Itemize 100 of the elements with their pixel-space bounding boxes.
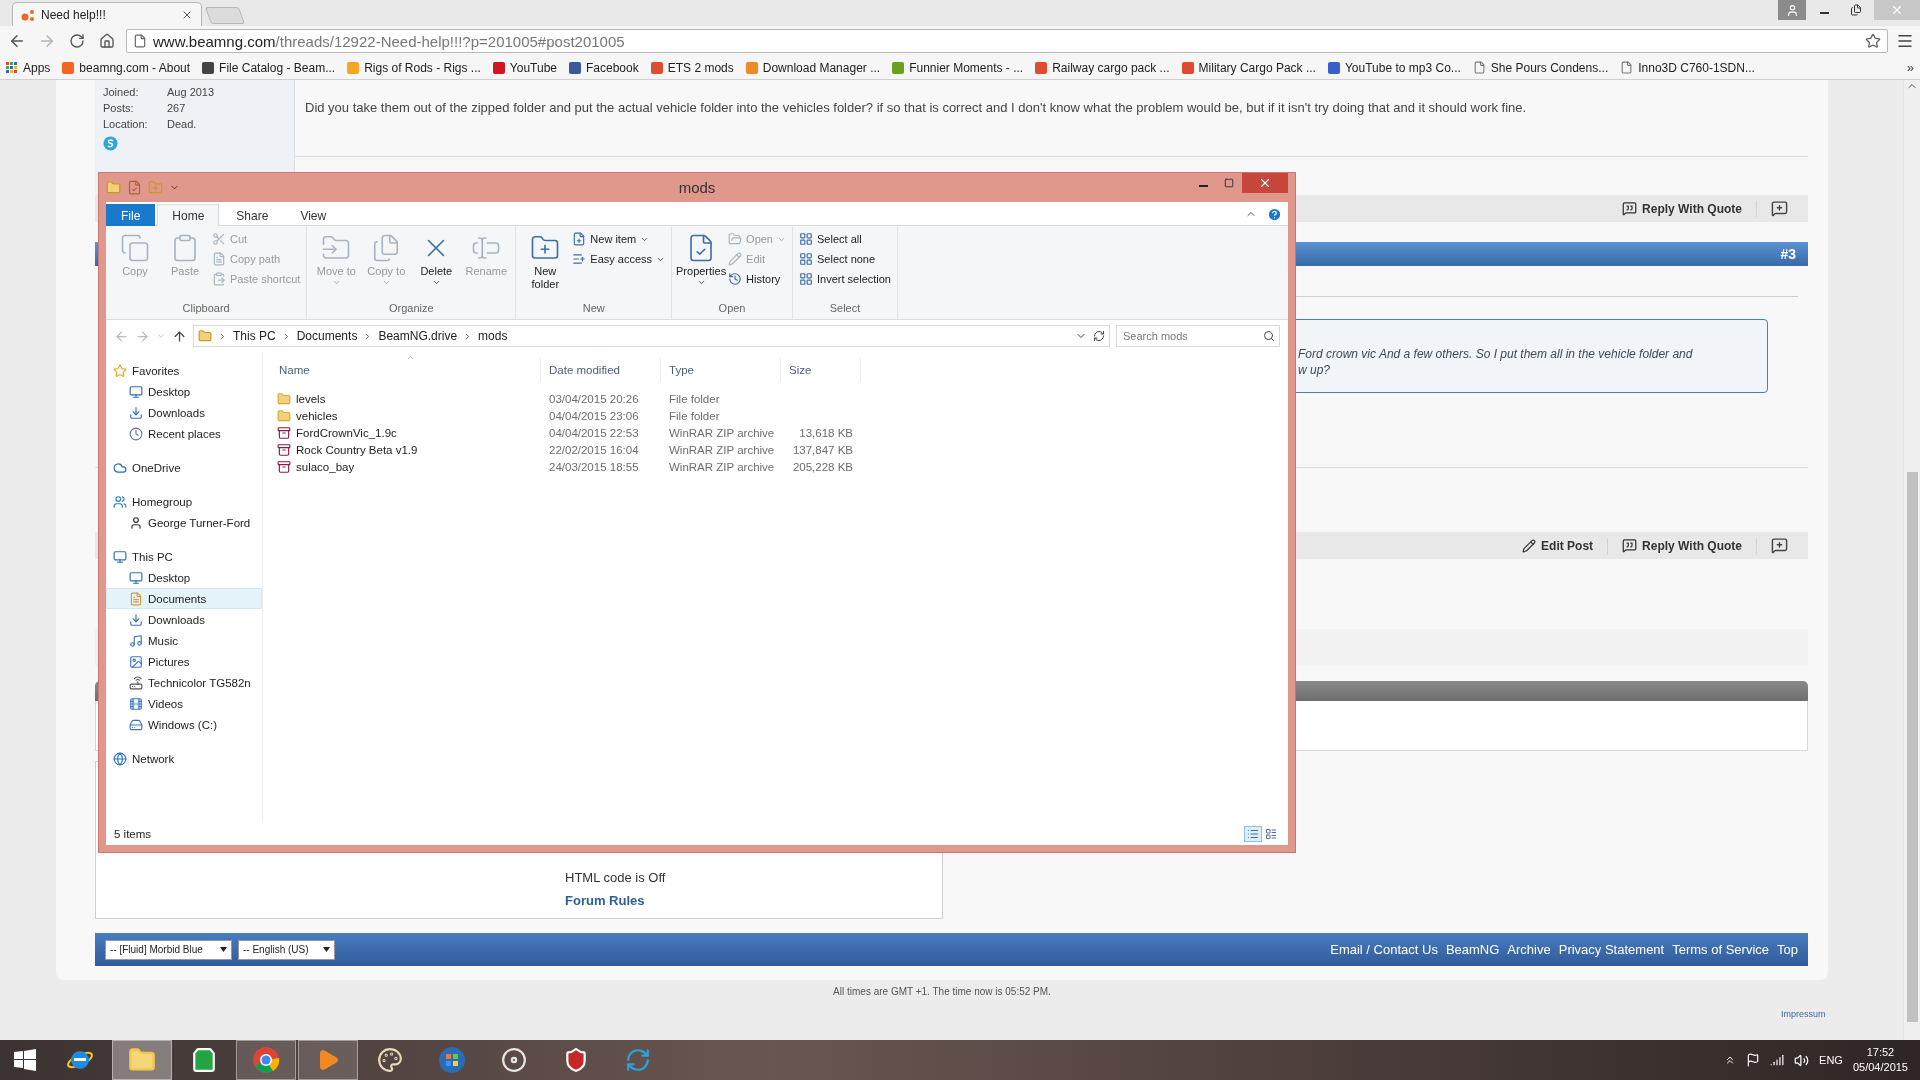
ribbon-button[interactable]: Invert selection [799,270,891,288]
bookmark[interactable]: Facebook [569,60,639,75]
nav-item[interactable]: OneDrive [106,457,262,478]
star-icon[interactable] [1865,33,1881,49]
folder-icon [128,1046,156,1074]
bookmark[interactable]: Funnier Moments - ... [892,60,1024,75]
bookmark[interactable]: ETS 2 mods [650,60,734,75]
ribbon-button[interactable]: Easy access [572,250,666,268]
bookmark[interactable]: beamng.com - About [62,60,191,75]
nav-item[interactable]: Network [106,748,262,769]
bookmark[interactable]: Railway cargo pack ... [1035,60,1170,75]
ribbon-button[interactable]: History [728,270,786,288]
nav-item[interactable]: Downloads [106,609,262,630]
menu-icon[interactable] [1896,32,1914,50]
column-header[interactable]: Type [661,358,781,382]
multiquote-icon[interactable] [1771,537,1788,554]
nav-item[interactable]: Desktop [106,567,262,588]
nav-item[interactable]: Documents [106,588,262,609]
style-select[interactable]: -- [Fluid] Morbid Blue [105,939,232,960]
breadcrumb[interactable]: mods [478,329,508,343]
file-name-cell[interactable]: vehicles [271,408,541,423]
shield-icon [563,1047,589,1073]
footer-link[interactable]: Top [1777,942,1798,957]
ribbon-button[interactable]: Delete [413,229,460,302]
nav-item[interactable]: Favorites [106,360,262,381]
bookmark[interactable]: She Pours Condens... [1472,60,1609,75]
ribbon-tab[interactable]: Home [157,204,220,226]
help-icon[interactable] [1267,207,1282,222]
nav-item[interactable]: Recent places [106,423,262,444]
file-name-cell[interactable]: FordCrownVic_1.9c [271,425,541,440]
ribbon-button[interactable]: New item [572,230,666,248]
nav-item[interactable]: Desktop [106,381,262,402]
column-header[interactable]: Name [271,358,541,382]
ribbon-button[interactable]: Properties [678,229,725,302]
footer-link[interactable]: Privacy Statement [1558,942,1665,957]
details-view-button[interactable] [1244,826,1262,842]
breadcrumb[interactable]: BeamNG.drive [378,329,458,343]
scrollbar[interactable] [1903,80,1920,1040]
ribbon-tab[interactable]: Share [221,204,284,226]
nav-item[interactable]: Videos [106,693,262,714]
nav-item[interactable]: Downloads [106,402,262,423]
nav-item[interactable]: Windows (C:) [106,714,262,735]
file-name-cell[interactable]: Rock Country Beta v1.9 [271,442,541,457]
nav-item[interactable]: Technicolor TG582n [106,672,262,693]
nav-item[interactable]: George Turner-Ford [106,512,262,533]
file-name-cell[interactable]: sulaco_bay [271,459,541,474]
clock[interactable]: 17:52 05/04/2015 [1852,1045,1908,1075]
bookmark[interactable]: File Catalog - Beam... [202,60,336,75]
ribbon-tab[interactable]: View [285,204,342,226]
signal-icon[interactable] [1770,1053,1785,1067]
flag-icon[interactable] [1746,1053,1761,1067]
footer-link[interactable]: BeamNG [1445,942,1500,957]
windows-logo-icon [14,1049,36,1071]
column-header[interactable]: Date modified [541,358,661,382]
restore-icon [1850,4,1862,16]
footer-link[interactable]: Terms of Service [1672,942,1770,957]
reply-with-quote-link[interactable]: Reply With Quote [1622,538,1742,553]
file-menu-tab[interactable]: File [106,204,156,226]
bookmark[interactable]: Rigs of Rods - Rigs ... [347,60,481,75]
scrollbar-thumb[interactable] [1906,472,1918,1022]
bookmark[interactable]: Download Manager ... [745,60,881,75]
multiquote-icon[interactable] [1771,200,1788,217]
nav-item[interactable]: Pictures [106,651,262,672]
forum-rules-link[interactable]: Forum Rules [565,893,942,908]
column-header[interactable]: Size [781,358,861,382]
nav-item[interactable]: Music [106,630,262,651]
bookmark[interactable]: Military Cargo Pack ... [1181,60,1316,75]
speaker-icon[interactable] [1794,1052,1810,1068]
folder-icon [277,391,291,406]
nav-item[interactable]: This PC [106,546,262,567]
post-number[interactable]: #3 [1780,246,1796,262]
impressum-link[interactable]: Impressum [1781,1009,1826,1019]
ribbon-button[interactable]: New folder [522,229,569,302]
style-select[interactable]: -- English (US) [238,939,335,960]
language-indicator[interactable]: ENG [1819,1054,1843,1066]
address-field[interactable]: This PC Documents BeamNG.drive mods [193,325,1110,347]
browser-tab[interactable]: Need help!!! [12,2,202,26]
footer-link[interactable]: Email / Contact Us [1330,942,1438,957]
ribbon-button[interactable]: Select all [799,230,891,248]
refresh-icon[interactable] [1093,330,1105,342]
bookmark[interactable]: YouTube to mp3 Co... [1327,60,1461,75]
bookmark[interactable]: Apps [6,60,51,75]
scissors-icon [212,232,226,246]
search-field[interactable]: Search mods [1116,325,1280,347]
nav-item[interactable]: Homegroup [106,491,262,512]
breadcrumb[interactable]: Documents [296,329,358,343]
bookmark[interactable]: YouTube [492,60,557,75]
post-message: Did you take them out of the zipped folder and put the actual vehicle folder into the vehicles folder? if so that is correct and I don't know what the problem would be, but if it isn't try doing that and it should work fine. [295,80,1808,157]
address-bar[interactable]: www.beamng.com/threads/12922-Need-help!!!?p=201005#post201005 [126,29,1888,53]
chat-s-icon[interactable] [103,136,118,151]
reply-with-quote-link[interactable]: Reply With Quote [1622,201,1742,216]
more-bookmarks-button[interactable]: » [1906,60,1914,75]
file-name-cell[interactable]: levels [271,391,541,406]
checked-document-icon[interactable] [127,180,142,195]
footer-link[interactable]: Archive [1507,942,1551,957]
breadcrumb[interactable]: This PC [233,329,276,343]
edit-post-link[interactable]: Edit Post [1522,538,1594,553]
ribbon-button[interactable]: Select none [799,250,891,268]
computer-icon [113,549,127,564]
bookmark[interactable]: Inno3D C760-1SDN... [1620,60,1755,75]
